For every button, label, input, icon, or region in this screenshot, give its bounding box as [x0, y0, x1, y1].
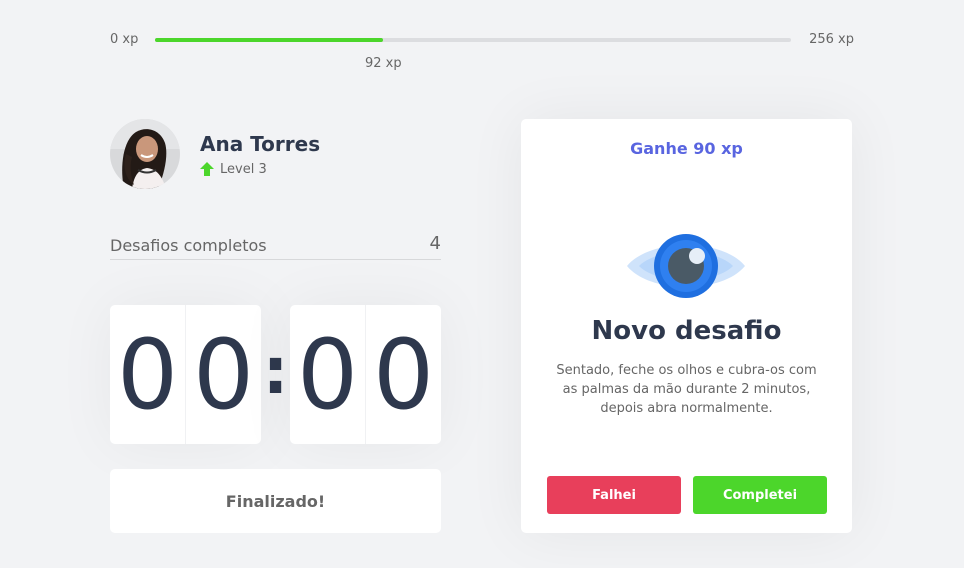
xp-max-label: 256 xp	[809, 32, 854, 47]
user-name: Ana Torres	[200, 131, 321, 156]
countdown-finished-button: Finalizado!	[110, 469, 441, 533]
countdown-seconds: 0 0	[290, 305, 441, 444]
completed-challenges-count: 4	[429, 233, 441, 254]
xp-min-label: 0 xp	[110, 32, 139, 47]
completed-challenges: Desafios completos 4	[110, 233, 441, 260]
experience-bar: 0 xp 92 xp 256 xp	[110, 30, 854, 71]
user-avatar-photo	[110, 119, 180, 189]
challenge-title: Novo desafio	[591, 316, 782, 346]
xp-fill	[155, 38, 384, 42]
challenge-completed-button[interactable]: Completei	[693, 476, 827, 514]
xp-track: 92 xp	[155, 38, 791, 71]
app-page: 0 xp 92 xp 256 xp Ana Torres Level 3 Des…	[0, 0, 964, 568]
eye-icon	[627, 234, 745, 298]
second-digit-right: 0	[372, 318, 435, 431]
arrow-up-icon	[200, 162, 214, 176]
second-digit-left: 0	[290, 305, 366, 444]
challenge-card: Ganhe 90 xp Novo desafio Sentado, feche …	[521, 119, 852, 533]
challenge-reward: Ganhe 90 xp	[630, 139, 743, 158]
xp-current-label: 92 xp	[365, 56, 402, 71]
completed-challenges-label: Desafios completos	[110, 236, 267, 255]
profile: Ana Torres Level 3	[110, 119, 320, 189]
countdown-separator: :	[262, 334, 289, 409]
challenge-failed-button[interactable]: Falhei	[547, 476, 681, 514]
minute-digit-right: 0	[192, 318, 255, 431]
user-level: Level 3	[200, 162, 320, 177]
countdown-minutes: 0 0	[110, 305, 261, 444]
user-level-label: Level 3	[220, 161, 267, 177]
countdown: 0 0 : 0 0	[110, 305, 441, 444]
minute-digit-left: 0	[110, 305, 186, 444]
challenge-description: Sentado, feche os olhos e cubra-os com a…	[556, 363, 817, 416]
